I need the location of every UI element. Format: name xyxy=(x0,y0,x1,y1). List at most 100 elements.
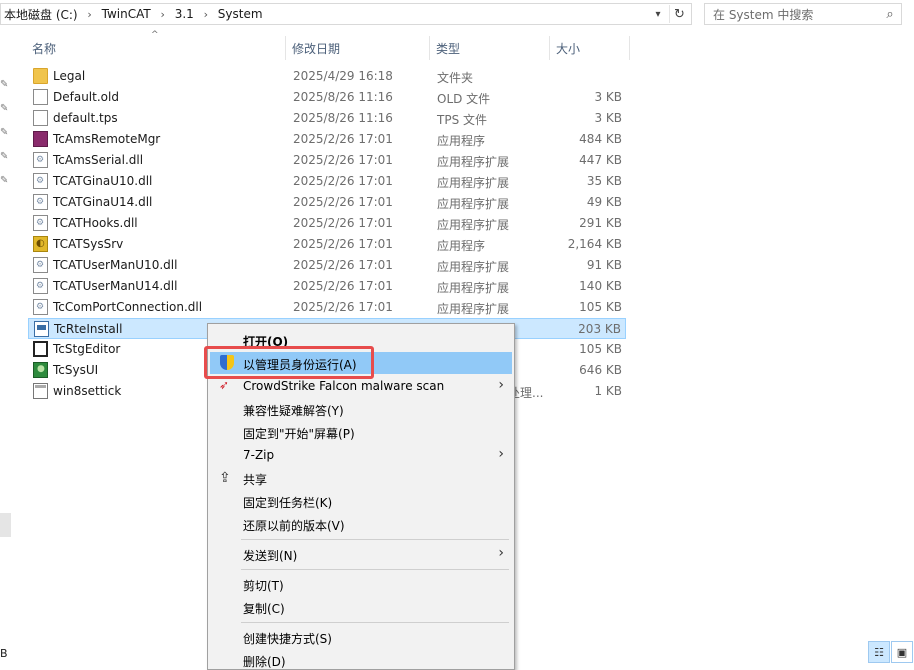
file-row-tccomportconnection[interactable]: TcComPortConnection.dll 2025/2/26 17:01 … xyxy=(28,297,626,318)
breadcrumb-system[interactable]: System xyxy=(215,7,266,21)
file-row-legal[interactable]: Legal 2025/4/29 16:18 文件夹 xyxy=(28,66,626,87)
menu-item-label: 固定到"开始"屏幕(P) xyxy=(243,427,355,441)
menu-item-label: 复制(C) xyxy=(243,602,285,616)
file-type: 应用程序扩展 xyxy=(437,218,510,232)
file-date: 2025/2/26 17:01 xyxy=(293,237,393,251)
column-header-size[interactable]: 大小 xyxy=(552,36,630,60)
file-row-tcathooks[interactable]: TCATHooks.dll 2025/2/26 17:01 应用程序扩展 291… xyxy=(28,213,626,234)
large-icons-view-icon[interactable]: ▣ xyxy=(891,641,913,663)
dll-icon xyxy=(33,299,48,315)
refresh-icon[interactable]: ↻ xyxy=(669,5,689,23)
file-size: 105 KB xyxy=(579,300,622,314)
file-row-tcatusermanu10[interactable]: TCATUserManU10.dll 2025/2/26 17:01 应用程序扩… xyxy=(28,255,626,276)
search-input[interactable]: 在 System 中搜索 ⌕ xyxy=(704,3,902,25)
details-view-icon[interactable]: ☷ xyxy=(868,641,890,663)
app-icon xyxy=(34,321,49,337)
menu-item-create-shortcut[interactable]: 创建快捷方式(S) xyxy=(210,626,512,648)
menu-item-label: CrowdStrike Falcon malware scan xyxy=(243,379,445,393)
search-icon[interactable]: ⌕ xyxy=(879,7,901,22)
dll-icon xyxy=(33,257,48,273)
pin-icon[interactable]: ✎ xyxy=(0,103,10,115)
menu-separator xyxy=(241,569,509,570)
menu-item-pin-taskbar[interactable]: 固定到任务栏(K) xyxy=(210,490,512,512)
file-name: TCATGinaU14.dll xyxy=(53,195,153,209)
menu-item-7zip[interactable]: 7-Zip › xyxy=(210,444,512,466)
column-header-name[interactable]: 名称 xyxy=(28,36,286,60)
chevron-right-icon: › xyxy=(498,446,504,462)
file-type: 应用程序扩展 xyxy=(437,281,510,295)
menu-item-send-to[interactable]: 发送到(N) › xyxy=(210,543,512,565)
breadcrumb-version[interactable]: 3.1 xyxy=(172,7,197,21)
menu-item-delete[interactable]: 删除(D) xyxy=(210,649,512,670)
file-type: 应用程序 xyxy=(437,134,486,148)
address-bar[interactable]: 本地磁盘 (C:) › TwinCAT › 3.1 › System ▾ ↻ xyxy=(0,3,692,25)
menu-item-compat-troubleshoot[interactable]: 兼容性疑难解答(Y) xyxy=(210,398,512,420)
file-name: TCATSysSrv xyxy=(53,237,124,251)
file-row-tcamsremotemgr[interactable]: TcAmsRemoteMgr 2025/2/26 17:01 应用程序 484 … xyxy=(28,129,626,150)
file-size: 1 KB xyxy=(594,384,622,398)
column-header-label: 大小 xyxy=(556,41,581,56)
file-icon xyxy=(33,89,48,105)
nav-selected-item[interactable] xyxy=(0,513,11,537)
menu-item-restore-versions[interactable]: 还原以前的版本(V) xyxy=(210,513,512,535)
file-row-tcatginau14[interactable]: TCATGinaU14.dll 2025/2/26 17:01 应用程序扩展 4… xyxy=(28,192,626,213)
file-type: 应用程序扩展 xyxy=(437,176,510,190)
file-name: TcStgEditor xyxy=(53,342,121,356)
breadcrumb-drive[interactable]: 本地磁盘 (C:) xyxy=(1,6,81,23)
file-type: 应用程序 xyxy=(437,239,486,253)
file-date: 2025/4/29 16:18 xyxy=(293,69,393,83)
breadcrumb-twincat[interactable]: TwinCAT xyxy=(99,7,154,21)
pin-icon[interactable]: ✎ xyxy=(0,151,10,163)
pin-icon[interactable]: ✎ xyxy=(0,79,10,91)
app-icon xyxy=(33,383,48,399)
file-row-tcatusermanu14[interactable]: TCATUserManU14.dll 2025/2/26 17:01 应用程序扩… xyxy=(28,276,626,297)
menu-separator xyxy=(241,539,509,540)
file-row-tcamsserial[interactable]: TcAmsSerial.dll 2025/2/26 17:01 应用程序扩展 4… xyxy=(28,150,626,171)
chevron-right-icon: › xyxy=(498,377,504,393)
file-date: 2025/2/26 17:01 xyxy=(293,216,393,230)
menu-item-label: 固定到任务栏(K) xyxy=(243,496,333,510)
file-name: TcComPortConnection.dll xyxy=(53,300,203,314)
menu-item-cut[interactable]: 剪切(T) xyxy=(210,573,512,595)
file-row-tcatsyssrv[interactable]: TCATSysSrv 2025/2/26 17:01 应用程序 2,164 KB xyxy=(28,234,626,255)
file-size: 91 KB xyxy=(586,258,622,272)
file-explorer-window: 本地磁盘 (C:) › TwinCAT › 3.1 › System ▾ ↻ 在… xyxy=(0,0,914,670)
file-name: TCATGinaU10.dll xyxy=(53,174,153,188)
file-size: 484 KB xyxy=(579,132,622,146)
annotation-highlight xyxy=(204,346,374,379)
file-date: 2025/2/26 17:01 xyxy=(293,132,393,146)
menu-item-share[interactable]: ⇪ 共享 xyxy=(210,467,512,489)
chevron-right-icon[interactable]: › xyxy=(154,8,172,21)
menu-item-label: 7-Zip xyxy=(243,448,275,462)
column-header-type[interactable]: 类型 xyxy=(432,36,550,60)
chevron-right-icon[interactable]: › xyxy=(197,8,215,21)
dll-icon xyxy=(33,215,48,231)
dll-icon xyxy=(33,278,48,294)
file-date: 2025/2/26 17:01 xyxy=(293,300,393,314)
file-name: TCATUserManU14.dll xyxy=(53,279,178,293)
file-date: 2025/8/26 11:16 xyxy=(293,90,393,104)
file-size: 35 KB xyxy=(586,174,622,188)
file-size: 140 KB xyxy=(579,279,622,293)
chevron-down-icon[interactable]: ▾ xyxy=(649,5,667,23)
file-row-default-tps[interactable]: default.tps 2025/8/26 11:16 TPS 文件 3 KB xyxy=(28,108,626,129)
dll-icon xyxy=(33,194,48,210)
column-header-label: 名称 xyxy=(32,41,57,56)
pin-icon[interactable]: ✎ xyxy=(0,127,10,139)
menu-item-label: 创建快捷方式(S) xyxy=(243,632,332,646)
menu-item-pin-start[interactable]: 固定到"开始"屏幕(P) xyxy=(210,421,512,443)
menu-item-copy[interactable]: 复制(C) xyxy=(210,596,512,618)
search-placeholder: 在 System 中搜索 xyxy=(713,7,814,22)
chevron-right-icon[interactable]: › xyxy=(81,8,99,21)
pin-icon[interactable]: ✎ xyxy=(0,175,10,187)
file-icon xyxy=(33,110,48,126)
share-icon: ⇪ xyxy=(219,470,231,486)
file-row-tcatginau10[interactable]: TCATGinaU10.dll 2025/2/26 17:01 应用程序扩展 3… xyxy=(28,171,626,192)
file-date: 2025/2/26 17:01 xyxy=(293,258,393,272)
crowdstrike-icon: ➶ xyxy=(219,378,230,392)
file-name: win8settick xyxy=(53,384,122,398)
column-header-date[interactable]: 修改日期 xyxy=(288,36,430,60)
file-name: TCATHooks.dll xyxy=(53,216,138,230)
navigation-pane: ✎ ✎ ✎ ✎ ✎ xyxy=(0,30,14,660)
file-row-default-old[interactable]: Default.old 2025/8/26 11:16 OLD 文件 3 KB xyxy=(28,87,626,108)
